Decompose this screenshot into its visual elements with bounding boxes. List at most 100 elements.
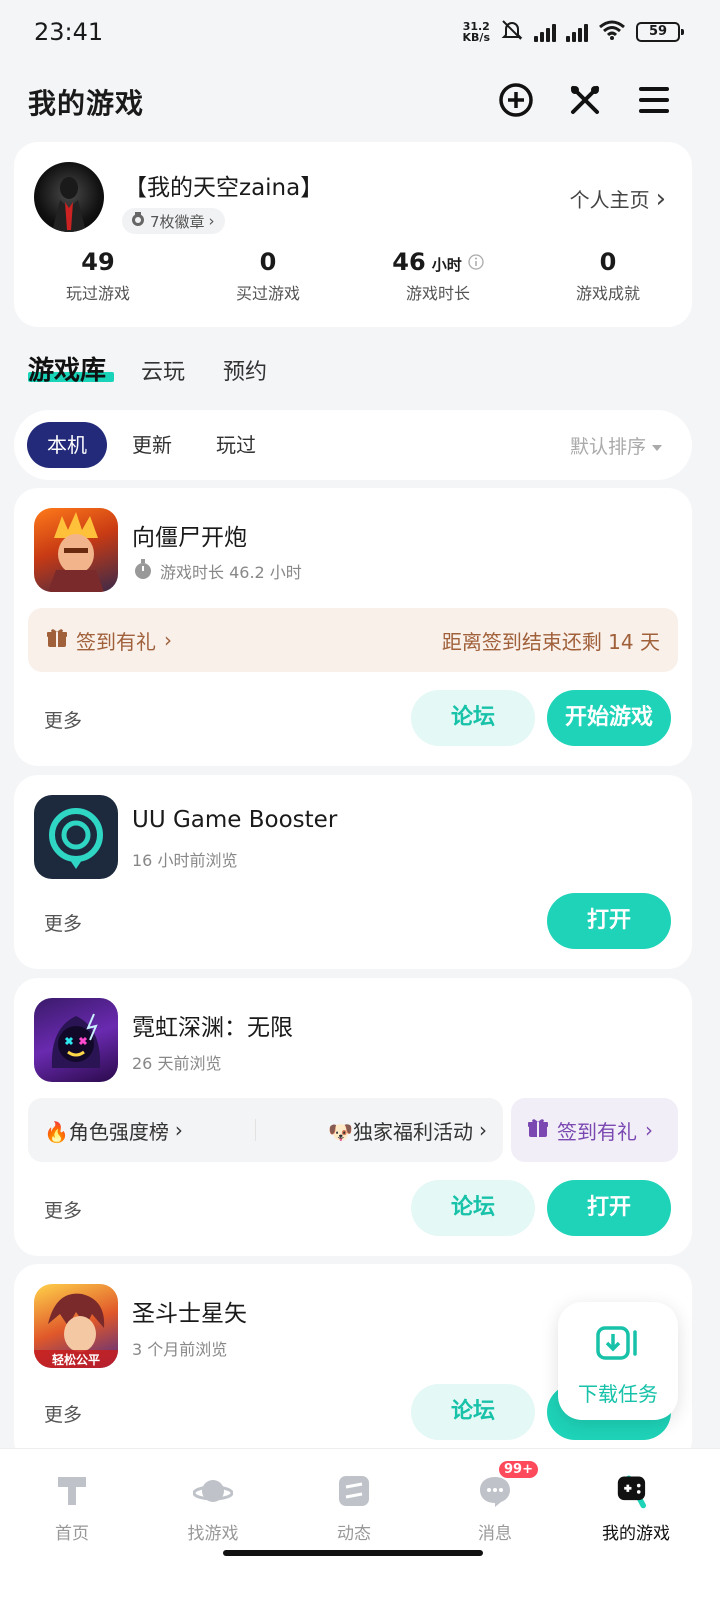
tab-reservations[interactable]: 预约 xyxy=(223,354,267,386)
caret-down-icon xyxy=(652,435,662,457)
game-links-bar: 🔥角色强度榜 › 🐶独家福利活动 › xyxy=(28,1098,503,1162)
nav-label: 首页 xyxy=(55,1524,89,1544)
link-label: 🔥角色强度榜 xyxy=(44,1119,169,1144)
game-subtitle: 游戏时长 46.2 小时 xyxy=(132,558,302,584)
game-icon xyxy=(34,998,118,1082)
avatar[interactable] xyxy=(34,162,104,232)
game-name: 霓虹深渊：无限 xyxy=(132,1015,293,1041)
more-link[interactable]: 更多 xyxy=(44,1400,82,1427)
game-subtitle: 16 小时前浏览 xyxy=(132,851,238,870)
game-icon xyxy=(34,508,118,592)
nav-messages[interactable]: 99+ 消息 xyxy=(423,1459,567,1544)
more-link[interactable]: 更多 xyxy=(44,1196,82,1223)
net-speed: 31.2 KB/s xyxy=(463,21,490,43)
game-name: 向僵尸开炮 xyxy=(132,525,247,551)
more-link[interactable]: 更多 xyxy=(44,909,82,936)
stat-achievements[interactable]: 0 游戏成就 xyxy=(528,248,688,304)
more-link[interactable]: 更多 xyxy=(44,706,82,733)
wifi-icon xyxy=(598,19,626,44)
nav-label: 消息 xyxy=(478,1524,512,1544)
badge-label: 7枚徽章 xyxy=(150,212,205,231)
stat-value: 0 xyxy=(599,248,617,276)
net-speed-unit: KB/s xyxy=(462,30,490,44)
nav-feed[interactable]: 动态 xyxy=(282,1471,426,1544)
profile-card[interactable]: 【我的天空zaina】 7枚徽章 › 个人主页 › 49 玩过游戏 0 买过游戏… xyxy=(14,142,692,327)
home-indicator xyxy=(223,1550,483,1556)
chat-icon: 99+ xyxy=(475,1459,540,1511)
open-button[interactable]: 打开 xyxy=(547,1180,671,1236)
medal-icon xyxy=(130,211,146,231)
nav-discover[interactable]: 找游戏 xyxy=(141,1471,285,1544)
stat-played[interactable]: 49 玩过游戏 xyxy=(18,248,178,304)
promo-countdown: 距离签到结束还剩 14 天 xyxy=(441,629,660,654)
unread-badge: 99+ xyxy=(497,1459,540,1480)
nav-label: 我的游戏 xyxy=(602,1524,670,1544)
add-circle-icon[interactable] xyxy=(496,80,536,120)
game-icon: 轻松公平 xyxy=(34,1284,118,1368)
stat-label: 玩过游戏 xyxy=(65,284,130,303)
sign-in-reward-button[interactable]: 签到有礼 › xyxy=(511,1098,678,1162)
status-time: 23:41 xyxy=(34,18,104,46)
badge-chip[interactable]: 7枚徽章 › xyxy=(122,208,225,234)
nav-label: 动态 xyxy=(337,1524,371,1544)
game-playtime: 游戏时长 46.2 小时 xyxy=(160,563,302,582)
icon-caption: 轻松公平 xyxy=(52,1352,100,1367)
open-button[interactable]: 打开 xyxy=(547,893,671,949)
sort-dropdown[interactable]: 默认排序 xyxy=(570,432,662,459)
download-icon xyxy=(596,1324,640,1368)
planet-icon xyxy=(193,1471,233,1511)
gamepad-icon xyxy=(616,1471,656,1511)
forum-button[interactable]: 论坛 xyxy=(411,1180,535,1236)
battery-icon: 59 xyxy=(636,21,684,42)
stat-value: 49 xyxy=(81,248,115,276)
promo-sign-in[interactable]: 签到有礼 › xyxy=(46,626,172,655)
info-icon[interactable] xyxy=(468,248,484,276)
divider xyxy=(255,1119,256,1141)
stat-unit: 小时 xyxy=(431,256,462,274)
chevron-right-icon: › xyxy=(645,1118,653,1142)
game-card[interactable]: 霓虹深渊：无限 26 天前浏览 🔥角色强度榜 › 🐶独家福利活动 › 签到有礼 … xyxy=(14,978,692,1256)
nav-my-games[interactable]: 我的游戏 xyxy=(564,1471,708,1544)
download-tasks-button[interactable]: 下载任务 xyxy=(558,1302,678,1420)
nav-label: 找游戏 xyxy=(187,1524,239,1544)
gift-icon xyxy=(46,627,68,654)
feed-icon xyxy=(334,1471,374,1511)
profile-link[interactable]: 个人主页 › xyxy=(570,184,666,213)
forum-button[interactable]: 论坛 xyxy=(411,690,535,746)
start-game-button[interactable]: 开始游戏 xyxy=(547,690,671,746)
stat-playtime[interactable]: 46 小时 游戏时长 xyxy=(358,248,518,304)
nav-home[interactable]: 首页 xyxy=(0,1471,144,1544)
character-ranking-link[interactable]: 🔥角色强度榜 › xyxy=(44,1116,183,1145)
username: 【我的天空zaina】 xyxy=(124,175,324,201)
link-label: 🐶独家福利活动 xyxy=(328,1119,473,1144)
stat-bought[interactable]: 0 买过游戏 xyxy=(188,248,348,304)
filter-updates[interactable]: 更新 xyxy=(112,422,192,468)
game-name: 圣斗士星矢 xyxy=(132,1301,247,1327)
stat-label: 游戏时长 xyxy=(405,284,470,303)
forum-button[interactable]: 论坛 xyxy=(411,1384,535,1440)
tab-cloud-play[interactable]: 云玩 xyxy=(141,354,185,386)
stat-value: 46 xyxy=(392,248,426,276)
home-icon xyxy=(52,1471,92,1511)
menu-icon[interactable] xyxy=(634,80,674,120)
stat-label: 游戏成就 xyxy=(575,284,640,303)
game-icon xyxy=(34,795,118,879)
tab-game-library[interactable]: 游戏库 xyxy=(28,350,106,387)
game-subtitle: 3 个月前浏览 xyxy=(132,1340,228,1359)
filter-local[interactable]: 本机 xyxy=(27,422,107,468)
chevron-right-icon: › xyxy=(479,1118,487,1142)
chevron-right-icon: › xyxy=(655,183,666,214)
gift-icon xyxy=(527,1117,549,1144)
stopwatch-icon xyxy=(132,558,154,584)
chevron-right-icon: › xyxy=(174,1118,183,1142)
mute-bell-icon xyxy=(500,18,524,45)
bottom-nav: 首页 找游戏 动态 99+ 消息 我的游戏 xyxy=(0,1448,720,1600)
signal-icon xyxy=(534,22,556,42)
game-card[interactable]: 向僵尸开炮 游戏时长 46.2 小时 签到有礼 › 距离签到结束还剩 14 天 … xyxy=(14,488,692,766)
filter-played[interactable]: 玩过 xyxy=(196,422,276,468)
exclusive-benefits-link[interactable]: 🐶独家福利活动 › xyxy=(328,1116,487,1145)
tools-icon[interactable] xyxy=(565,80,605,120)
promo-banner[interactable]: 签到有礼 › 距离签到结束还剩 14 天 xyxy=(28,608,678,672)
stat-label: 买过游戏 xyxy=(235,284,300,303)
game-card[interactable]: UU Game Booster 16 小时前浏览 更多 打开 xyxy=(14,775,692,969)
